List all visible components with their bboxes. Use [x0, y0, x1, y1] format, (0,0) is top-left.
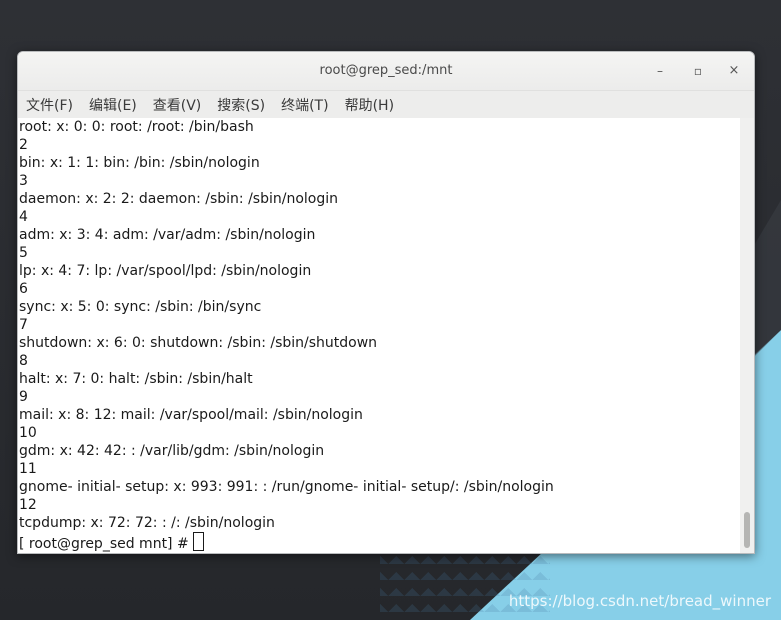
output-line: mail: x: 8: 12: mail: /var/spool/mail: /…: [19, 407, 363, 423]
close-button[interactable]: ×: [725, 62, 743, 80]
output-line: 3: [19, 173, 28, 189]
output-line: halt: x: 7: 0: halt: /sbin: /sbin/halt: [19, 371, 253, 387]
menu-search[interactable]: 搜索(S): [217, 95, 265, 115]
menu-bar: 文件(F) 编辑(E) 查看(V) 搜索(S) 终端(T) 帮助(H): [18, 91, 754, 119]
title-bar[interactable]: root@grep_sed:/mnt – ▫ ×: [18, 52, 754, 91]
shell-prompt: [ root@grep_sed mnt] #: [19, 536, 189, 552]
output-line: shutdown: x: 6: 0: shutdown: /sbin: /sbi…: [19, 335, 378, 351]
text-cursor: [192, 532, 204, 551]
minimize-button[interactable]: –: [651, 62, 669, 80]
output-line: root: x: 0: 0: root: /root: /bin/bash: [19, 119, 254, 135]
output-line: 10: [19, 425, 37, 441]
maximize-button[interactable]: ▫: [689, 62, 707, 80]
output-line: sync: x: 5: 0: sync: /sbin: /bin/sync: [19, 299, 262, 315]
output-line: tcpdump: x: 72: 72: : /: /sbin/nologin: [19, 515, 275, 531]
output-line: lp: x: 4: 7: lp: /var/spool/lpd: /sbin/n…: [19, 263, 312, 279]
watermark-url: https://blog.csdn.net/bread_winner: [508, 592, 771, 610]
output-line: gnome- initial- setup: x: 993: 991: : /r…: [19, 479, 554, 495]
output-line: 2: [19, 137, 28, 153]
menu-file[interactable]: 文件(F): [26, 95, 73, 115]
output-line: 11: [19, 461, 37, 477]
menu-help[interactable]: 帮助(H): [345, 95, 394, 115]
window-title: root@grep_sed:/mnt: [319, 63, 453, 78]
prompt-line[interactable]: [ root@grep_sed mnt] #: [18, 532, 740, 552]
menu-terminal[interactable]: 终端(T): [281, 95, 328, 115]
output-line: 7: [19, 317, 28, 333]
terminal-output[interactable]: root: x: 0: 0: root: /root: /bin/bash 2 …: [18, 118, 740, 553]
output-line: 6: [19, 281, 28, 297]
output-line: bin: x: 1: 1: bin: /bin: /sbin/nologin: [19, 155, 260, 171]
output-line: adm: x: 3: 4: adm: /var/adm: /sbin/nolog…: [19, 227, 316, 243]
output-line: 12: [19, 497, 37, 513]
output-line: 9: [19, 389, 28, 405]
output-line: 4: [19, 209, 28, 225]
scrollbar-thumb[interactable]: [744, 512, 750, 548]
scrollbar[interactable]: [740, 118, 754, 553]
menu-view[interactable]: 查看(V): [153, 95, 202, 115]
output-line: 5: [19, 245, 28, 261]
output-line: daemon: x: 2: 2: daemon: /sbin: /sbin/no…: [19, 191, 338, 207]
menu-edit[interactable]: 编辑(E): [89, 95, 137, 115]
output-line: gdm: x: 42: 42: : /var/lib/gdm: /sbin/no…: [19, 443, 325, 459]
output-line: 8: [19, 353, 28, 369]
terminal-window[interactable]: root@grep_sed:/mnt – ▫ × 文件(F) 编辑(E) 查看(…: [17, 51, 755, 554]
